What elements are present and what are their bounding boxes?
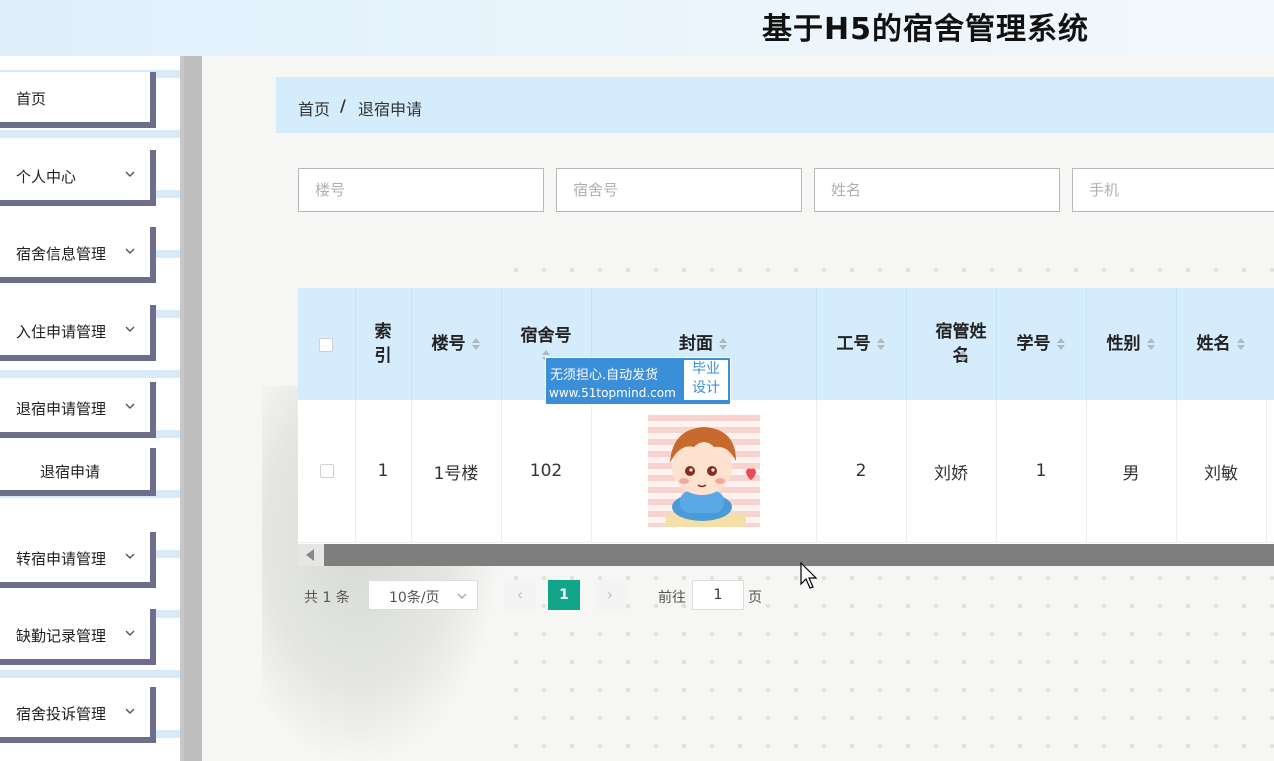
sort-icon[interactable] (876, 336, 886, 352)
cell-manager-name: 刘娇 (906, 400, 997, 542)
header-label: 姓名 (1196, 334, 1231, 354)
chevron-down-icon (125, 326, 135, 332)
sidebar-item-label: 退宿申请管理 (16, 400, 107, 418)
watermark-side-line1: 毕业 (692, 361, 720, 377)
column-header-building[interactable]: 楼号 (411, 288, 501, 400)
watermark-text: 无须担心.自动发货 (550, 368, 659, 383)
room-search-input[interactable] (556, 168, 802, 212)
header-label: 性别 (1106, 334, 1141, 354)
sidebar-item-personal-center[interactable]: 个人中心 (0, 150, 156, 206)
header-label: 楼号 (431, 334, 466, 354)
sidebar-item-label: 缺勤记录管理 (16, 627, 107, 645)
cell-building: 1号楼 (411, 400, 502, 542)
chevron-down-icon (125, 553, 135, 559)
prev-page-button[interactable]: ‹ (504, 580, 536, 610)
cell-cover (591, 400, 817, 542)
chevron-down-icon (125, 708, 135, 714)
chevron-down-icon (125, 630, 135, 636)
watermark-side-line2: 设计 (692, 380, 720, 396)
building-search-input[interactable] (298, 168, 544, 212)
header-label: 学号 (1016, 334, 1051, 354)
name-search-input[interactable] (814, 168, 1060, 212)
next-page-button[interactable]: › (594, 580, 626, 610)
sort-icon[interactable] (471, 336, 481, 352)
cell-room: 102 (501, 400, 592, 542)
app-title: 基于H5的宿舍管理系统 (762, 12, 1089, 47)
scrollbar-thumb[interactable] (324, 544, 1274, 566)
sidebar-item-home[interactable]: 首页 (0, 72, 156, 128)
sidebar-item-complaint-manage[interactable]: 宿舍投诉管理 (0, 687, 156, 743)
sidebar-item-label: 宿舍信息管理 (16, 245, 107, 263)
goto-label: 前往 (658, 590, 686, 606)
cell-gender: 男 (1086, 400, 1177, 542)
header-label: 封面 (679, 334, 713, 354)
sidebar-item-checkout-manage[interactable]: 退宿申请管理 (0, 382, 156, 438)
sort-icon[interactable] (1056, 336, 1066, 352)
select-all-checkbox[interactable] (319, 338, 333, 352)
row-select-cell (298, 400, 356, 542)
page-size-value: 10条/页 (389, 590, 440, 606)
mouse-cursor-icon (800, 562, 818, 589)
column-header-job-no[interactable]: 工号 (816, 288, 906, 400)
breadcrumb: 首页 / 退宿申请 (276, 77, 1274, 133)
sidebar-divider (180, 56, 202, 761)
row-checkbox[interactable] (319, 464, 334, 478)
data-table: 索引 楼号 宿舍号 封面 工号 宿管姓名 学号 性别 姓名 1 1号楼 102 … (298, 288, 1274, 544)
goto-page-input[interactable] (692, 580, 744, 610)
header-label: 工号 (836, 334, 871, 354)
pagination-total: 共 1 条 (304, 590, 350, 606)
scroll-left-arrow-icon[interactable] (306, 549, 314, 561)
sidebar-item-label: 转宿申请管理 (16, 550, 107, 568)
page-size-select[interactable]: 10条/页 (368, 580, 478, 610)
sort-icon[interactable] (1236, 336, 1246, 352)
sidebar-item-checkout-apply[interactable]: 退宿申请 (0, 448, 156, 496)
main-content: 首页 / 退宿申请 索引 楼号 宿舍号 封面 (202, 56, 1274, 761)
watermark-side: 毕业 设计 (684, 360, 728, 400)
column-header-index: 索引 (355, 288, 411, 400)
sidebar-item-label: 个人中心 (16, 168, 77, 186)
sort-icon[interactable] (958, 348, 968, 364)
sidebar-item-label: 宿舍投诉管理 (16, 705, 107, 723)
page-suffix-label: 页 (748, 590, 762, 606)
watermark-badge: 无须担心.自动发货 www.51topmind.com 毕业 设计 (545, 357, 731, 405)
column-header-student-no[interactable]: 学号 (996, 288, 1086, 400)
page-number-button[interactable]: 1 (548, 580, 580, 610)
chevron-down-icon (125, 171, 135, 177)
table-header: 索引 楼号 宿舍号 封面 工号 宿管姓名 学号 性别 姓名 (298, 288, 1274, 400)
sidebar-item-transfer-manage[interactable]: 转宿申请管理 (0, 532, 156, 588)
watermark-url: www.51topmind.com (549, 386, 676, 400)
sidebar-item-label: 首页 (16, 90, 47, 108)
table-row[interactable]: 1 1号楼 102 2 刘娇 1 男 刘敏 (298, 400, 1274, 543)
chevron-down-icon (457, 593, 467, 599)
chevron-down-icon (125, 403, 135, 409)
sidebar-item-checkin-apply[interactable]: 入住申请管理 (0, 305, 156, 361)
sidebar-item-dorm-info[interactable]: 宿舍信息管理 (0, 227, 156, 283)
chevron-down-icon (125, 248, 135, 254)
pagination: 共 1 条 10条/页 ‹ 1 › 前往 页 (298, 580, 998, 612)
cover-image[interactable] (647, 415, 760, 527)
cell-name: 刘敏 (1176, 400, 1267, 542)
sidebar: 首页 个人中心 宿舍信息管理 入住申请管理 退宿申请管理 退宿申请 转宿申请管理… (0, 56, 180, 761)
sidebar-item-label: 入住申请管理 (16, 323, 107, 341)
sidebar-item-absence-manage[interactable]: 缺勤记录管理 (0, 609, 156, 665)
cell-student-no: 1 (996, 400, 1087, 542)
column-header-gender[interactable]: 性别 (1086, 288, 1176, 400)
horizontal-scrollbar[interactable] (298, 544, 1274, 566)
header-label: 宿舍号 (520, 326, 572, 346)
breadcrumb-separator: / (340, 96, 346, 115)
breadcrumb-home[interactable]: 首页 (298, 96, 330, 120)
header-label: 索引 (374, 322, 392, 366)
top-header: 基于H5的宿舍管理系统 (0, 0, 1274, 56)
column-header-name[interactable]: 姓名 (1176, 288, 1266, 400)
breadcrumb-current: 退宿申请 (358, 100, 423, 119)
sidebar-item-label: 退宿申请 (40, 463, 101, 481)
sort-icon[interactable] (718, 336, 728, 352)
phone-search-input[interactable] (1072, 168, 1274, 212)
cell-job-no: 2 (816, 400, 907, 542)
sort-icon[interactable] (1146, 336, 1156, 352)
column-header-manager-name[interactable]: 宿管姓名 (906, 288, 996, 400)
cell-index: 1 (355, 400, 412, 542)
